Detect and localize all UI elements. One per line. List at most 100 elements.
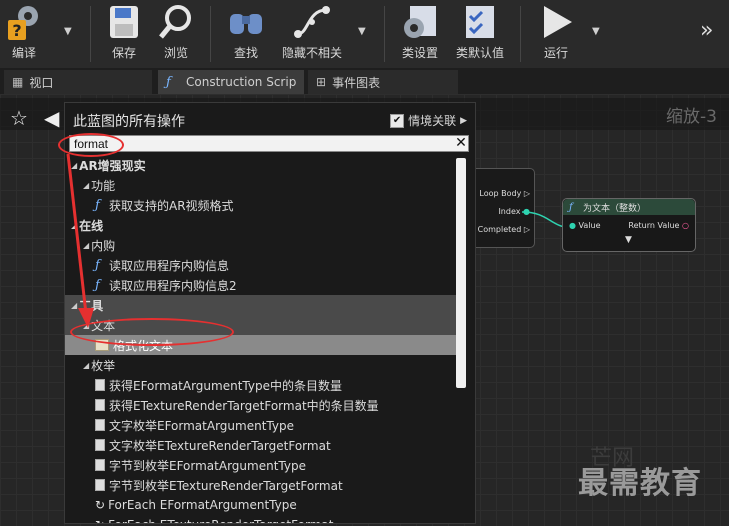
settings-gear-icon [404,6,436,38]
value-pin: ● Value [569,221,601,230]
document-icon [95,439,105,451]
row-label: 文字枚举ETextureRenderTargetFormat [109,438,331,453]
action-item[interactable]: 获得ETextureRenderTargetFormat中的条目数量 [65,395,457,415]
loop-body-label: Loop Body [479,189,522,198]
function-icon: ƒ [569,201,573,213]
checkbox-checked-icon[interactable]: ✔ [390,113,405,128]
expand-arrow-icon[interactable]: ▼ [625,235,632,245]
action-item[interactable]: ƒ 读取应用程序内购信息 [65,255,457,275]
row-label: 获得ETextureRenderTargetFormat中的条目数量 [109,398,379,413]
context-label: 情境关联 [408,114,457,128]
blueprint-actions-menu: 此蓝图的所有操作 ✔ 情境关联 ▶ ✕ ◢AR增强现实◢功能ƒ获取支持的AR视频… [64,102,476,524]
compile-dropdown-icon[interactable]: ▼ [64,26,72,37]
toolbar-separator [210,6,211,62]
tree-category[interactable]: ◢ 功能 [65,175,457,195]
find-button[interactable]: 查找 [226,2,266,64]
compile-button[interactable]: ? 编译 [4,2,44,64]
row-label: 读取应用程序内购信息2 [109,278,237,293]
find-label: 查找 [233,46,258,60]
context-sensitive-toggle[interactable]: ✔ 情境关联 ▶ [390,112,467,129]
event-graph-icon: ⊞ [316,75,327,89]
document-icon [95,479,105,491]
clear-search-icon[interactable]: ✕ [453,135,469,152]
row-label: ForEach ETextureRenderTargetFormat [108,518,333,523]
save-label: 保存 [111,46,136,60]
browse-button[interactable]: 浏览 [156,2,196,64]
tab-construction-script[interactable]: ƒ Construction Scrip [158,70,304,94]
watermark-logo: 最需教育 [578,466,702,501]
compile-gear-icon: ? [8,6,38,40]
to-text-integer-node[interactable]: ƒ 为文本（整数） ● Value Return Value ○ ▼ [562,198,696,252]
run-dropdown-icon[interactable]: ▼ [592,26,600,37]
document-icon [95,399,105,411]
completed-label: Completed [477,225,522,234]
tab-viewport[interactable]: ▦ 视口 [4,70,152,94]
tree-category[interactable]: ◢ 内购 [65,235,457,255]
svg-text:?: ? [12,21,21,40]
menu-title: 此蓝图的所有操作 [73,114,185,130]
node-link-icon [294,6,330,38]
row-label: 获取支持的AR视频格式 [109,198,234,213]
more-chevron-icon[interactable]: » [700,18,713,43]
browse-label: 浏览 [163,46,188,60]
chevron-right-icon: ▶ [460,115,467,126]
annotation-arrow-icon [66,153,94,328]
row-label: ForEach EFormatArgumentType [108,498,297,512]
row-label: 读取应用程序内购信息 [109,258,230,273]
tab-event-graph[interactable]: ⊞ 事件图表 [308,70,458,94]
class-settings-button[interactable]: 类设置 [398,2,442,64]
tab-viewport-label: 视口 [29,75,54,90]
hide-unrelated-label: 隐藏不相关 [281,46,342,60]
magnifier-icon [159,5,191,39]
play-icon [544,6,572,38]
action-item[interactable]: ƒ 获取支持的AR视频格式 [65,195,457,215]
document-icon [95,379,105,391]
run-button[interactable]: 运行 [534,2,578,64]
hide-dropdown-icon[interactable]: ▼ [358,26,366,37]
action-item[interactable]: 文字枚举ETextureRenderTargetFormat [65,435,457,455]
loop-body-pin: Loop Body ▷ [479,189,530,198]
expand-triangle-icon[interactable]: ◢ [83,361,89,370]
class-defaults-label: 类默认值 [455,46,504,60]
class-defaults-button[interactable]: 类默认值 [454,2,506,64]
save-button[interactable]: 保存 [104,2,144,64]
row-label: 获得EFormatArgumentType中的条目数量 [109,378,342,393]
list-scrollbar[interactable] [456,158,466,388]
function-icon: ƒ [166,74,171,90]
toolbar-separator [384,6,385,62]
loop-icon: ↻ [95,498,106,512]
document-icon [95,419,105,431]
run-label: 运行 [543,46,568,60]
document-icon [95,459,105,471]
action-item[interactable]: 获得EFormatArgumentType中的条目数量 [65,375,457,395]
tab-construction-label: Construction Scrip [186,75,297,89]
main-toolbar: ? 编译 ▼ 保存 浏览 查找 隐藏不相关 ▼ 类设置 类默认值 运行 ▼ » [0,0,729,69]
action-item[interactable]: ↻ ForEach EFormatArgumentType [65,495,457,515]
tree-category[interactable]: ◢ 枚举 [65,355,457,375]
action-item[interactable]: ƒ 读取应用程序内购信息2 [65,275,457,295]
binoculars-icon [230,14,262,34]
action-search-input[interactable] [69,135,469,152]
tree-category[interactable]: ◢ AR增强现实 [65,155,457,175]
node-header: ƒ 为文本（整数） [563,199,695,215]
favorite-star-icon[interactable]: ☆ [10,106,28,130]
back-arrow-icon[interactable]: ◀ [44,106,59,130]
loop-icon: ↻ [95,518,105,523]
value-label: Value [578,221,601,230]
action-item[interactable]: 文字枚举EFormatArgumentType [65,415,457,435]
hide-unrelated-button[interactable]: 隐藏不相关 [280,2,344,64]
class-settings-label: 类设置 [401,46,438,60]
tree-category[interactable]: ◢ 工具 [65,295,457,315]
return-value-label: Return Value [628,221,680,230]
action-item[interactable]: 字节到枚举EFormatArgumentType [65,455,457,475]
compile-label: 编译 [11,46,36,60]
tab-event-graph-label: 事件图表 [332,75,381,90]
tree-category[interactable]: ◢ 在线 [65,215,457,235]
save-disk-icon [110,6,138,38]
row-label: 字节到枚举ETextureRenderTargetFormat [109,478,343,493]
action-item[interactable]: 字节到枚举ETextureRenderTargetFormat [65,475,457,495]
checklist-icon [466,6,494,38]
row-label: 文字枚举EFormatArgumentType [109,418,294,433]
action-item[interactable]: ↻ForEach ETextureRenderTargetFormat [65,515,457,523]
row-label: 字节到枚举EFormatArgumentType [109,458,306,473]
